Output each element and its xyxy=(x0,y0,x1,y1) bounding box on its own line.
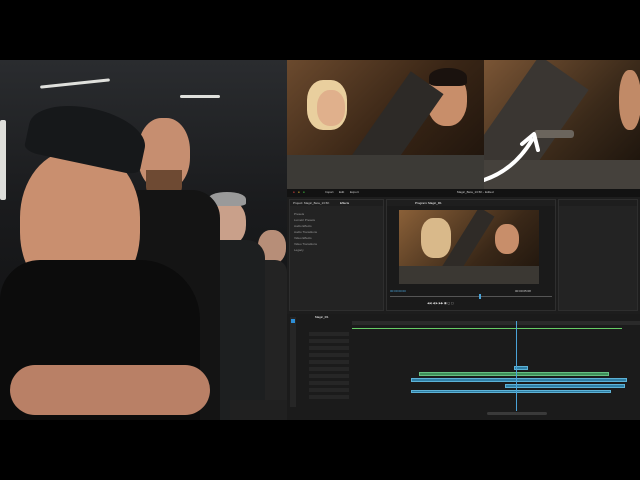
still-right xyxy=(484,60,640,189)
select-tool-icon[interactable] xyxy=(291,319,295,323)
movie-stills xyxy=(287,60,640,189)
panel-tabs: Program: Magic_R1 xyxy=(387,200,555,206)
horizontal-scrollbar[interactable] xyxy=(487,412,547,415)
track-header[interactable] xyxy=(309,374,349,378)
blonde-hair xyxy=(421,218,451,258)
tab-sequence[interactable]: Magic_R1 xyxy=(315,315,329,319)
window-light xyxy=(0,120,6,200)
close-icon[interactable]: ● xyxy=(293,190,295,194)
track-header[interactable] xyxy=(309,381,349,385)
track-header[interactable] xyxy=(309,346,349,350)
woman-face xyxy=(317,90,345,126)
playhead-marker[interactable] xyxy=(479,294,481,299)
track-header[interactable] xyxy=(309,388,349,392)
list-item[interactable]: Presets xyxy=(294,212,304,216)
arrow-icon xyxy=(484,132,540,182)
side-panel xyxy=(558,199,638,311)
timeline-playhead[interactable] xyxy=(516,321,517,411)
timecode-right: 00:00:05:08 xyxy=(515,289,531,293)
video-editor: ● ● ● Import Edit Export Magic_Beta_13.5… xyxy=(287,189,640,420)
car-door xyxy=(287,155,484,189)
track-header[interactable] xyxy=(309,360,349,364)
foreground-person-arm xyxy=(10,365,210,415)
timeline-panel: Magic_R1 xyxy=(287,314,640,420)
letterbox-top xyxy=(0,0,640,60)
transport-controls[interactable]: ◀◀ ◀ ▶ ▶▶ ◼ ◻ ▢ xyxy=(427,301,454,305)
timeline-clip[interactable] xyxy=(411,390,611,393)
menu-edit[interactable]: Edit xyxy=(339,190,344,194)
window-title: Magic_Beta_13.5K - Edited xyxy=(457,190,494,194)
timeline-clip[interactable] xyxy=(411,378,627,382)
ceiling-light xyxy=(180,95,220,98)
work-area-bar xyxy=(352,328,622,329)
video-preview xyxy=(399,210,539,284)
program-monitor: Program: Magic_R1 00:00:00:00 00:00:05:0… xyxy=(386,199,556,311)
list-item[interactable]: Video Transitions xyxy=(294,242,317,246)
tab-program[interactable]: Program: Magic_R1 xyxy=(415,201,442,205)
track-header[interactable] xyxy=(309,353,349,357)
time-ruler[interactable] xyxy=(352,321,640,325)
track-header[interactable] xyxy=(309,339,349,343)
scrub-bar[interactable] xyxy=(390,296,552,297)
man-hair xyxy=(429,68,467,86)
panel-tabs: Project: Magic_Beta_13.5K Effects xyxy=(290,200,383,206)
track-header[interactable] xyxy=(309,395,349,399)
panel-tabs xyxy=(559,200,637,206)
list-item[interactable]: Legacy xyxy=(294,248,304,252)
tab-project[interactable]: Project: Magic_Beta_13.5K xyxy=(293,201,329,205)
people-photo xyxy=(0,60,287,420)
menu-bar: ● ● ● Import Edit Export Magic_Beta_13.5… xyxy=(287,189,640,197)
letterbox-bottom xyxy=(0,420,640,480)
track-header[interactable] xyxy=(309,332,349,336)
tools-bar xyxy=(290,317,296,407)
man-face xyxy=(495,224,519,254)
timeline-clip[interactable] xyxy=(419,372,609,376)
effects-panel: Project: Magic_Beta_13.5K Effects Preset… xyxy=(289,199,384,311)
list-item[interactable]: Video Effects xyxy=(294,236,312,240)
list-item[interactable]: Audio Transitions xyxy=(294,230,317,234)
minimize-icon[interactable]: ● xyxy=(298,190,300,194)
still-left xyxy=(287,60,484,189)
timecode-left: 00:00:00:00 xyxy=(390,289,406,293)
list-item[interactable]: Lumetri Presets xyxy=(294,218,315,222)
menu-import[interactable]: Import xyxy=(325,190,334,194)
menu-export[interactable]: Export xyxy=(350,190,359,194)
timeline-clip[interactable] xyxy=(505,384,625,388)
tab-effects[interactable]: Effects xyxy=(340,201,349,205)
zoom-icon[interactable]: ● xyxy=(303,190,305,194)
track-header[interactable] xyxy=(309,367,349,371)
desk xyxy=(230,400,287,420)
car-door xyxy=(399,266,539,284)
ceiling-light xyxy=(40,78,110,89)
list-item[interactable]: Audio Effects xyxy=(294,224,312,228)
